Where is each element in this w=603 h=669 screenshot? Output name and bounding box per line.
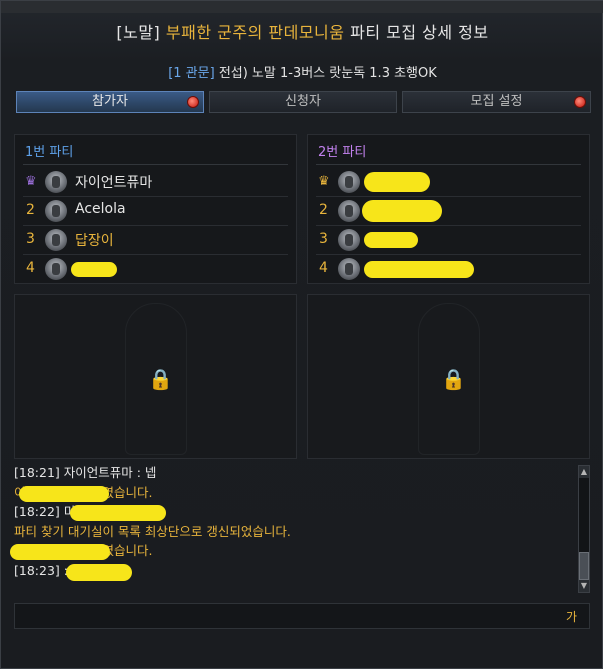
title-difficulty: [노말] (116, 23, 161, 42)
party-member-row[interactable]: 4 (15, 255, 296, 284)
scroll-down-icon[interactable]: ▼ (579, 580, 589, 592)
leader-crown-icon: ♛ (25, 174, 37, 189)
redaction-mark (19, 486, 109, 502)
locked-party-slot-4: 🔒 (307, 294, 590, 459)
lock-icon: 🔒 (441, 367, 466, 391)
ime-indicator[interactable]: 가 (566, 608, 577, 625)
party-member-row[interactable]: 2 Acelola (15, 197, 296, 226)
class-icon (338, 229, 360, 251)
recruit-description: [1 관문] 전섭) 노말 1-3버스 랏눈독 1.3 초행OK (1, 62, 603, 81)
title-raid-name: 부패한 군주의 판데모니움 (165, 23, 345, 42)
tab-recruit-settings-label: 모집 설정 (470, 94, 523, 109)
class-icon (45, 258, 67, 280)
party-member-row[interactable]: 4 (308, 255, 589, 284)
class-icon (338, 200, 360, 222)
class-icon (338, 258, 360, 280)
member-slot-number: 3 (319, 231, 328, 247)
party-member-row[interactable]: 2 (308, 197, 589, 226)
class-icon (45, 200, 67, 222)
party-member-row[interactable]: ♛ 자이언트퓨마 (15, 168, 296, 197)
member-slot-number: 4 (26, 260, 35, 276)
chat-line: 파티 찾기 대기실이 목록 최상단으로 갱신되었습니다. (14, 523, 291, 539)
party-member-row[interactable]: 3 (308, 226, 589, 255)
tab-bar: 참가자 신청자 모집 설정 (16, 91, 591, 113)
tab-recruit-settings[interactable]: 모집 설정 (402, 91, 591, 113)
chat-scrollbar[interactable]: ▲ ▼ (578, 465, 590, 593)
member-name: Acelola (75, 201, 126, 217)
member-slot-number: 2 (319, 202, 328, 218)
scroll-thumb[interactable] (579, 552, 589, 580)
party-recruit-detail-window: [노말] 부패한 군주의 판데모니움 파티 모집 상세 정보 [1 관문] 전섭… (0, 0, 603, 669)
lock-icon: 🔒 (148, 367, 173, 391)
background-strip (1, 1, 603, 13)
recruit-text: 전섭) 노말 1-3버스 랏눈독 1.3 초행OK (218, 66, 437, 81)
tab-participants-label: 참가자 (92, 94, 128, 109)
tab-applicants[interactable]: 신청자 (209, 91, 397, 113)
title-text: 파티 모집 상세 정보 (350, 23, 489, 42)
member-name: 자이언트퓨마 (75, 175, 153, 191)
notification-dot-icon (574, 96, 586, 108)
redaction-mark (364, 261, 474, 278)
divider (316, 164, 581, 165)
class-icon (45, 171, 67, 193)
window-title: [노말] 부패한 군주의 판데모니움 파티 모집 상세 정보 (1, 19, 603, 43)
chat-input[interactable]: 가 (14, 603, 590, 629)
party-2-header: 2번 파티 (318, 145, 367, 160)
member-slot-number: 2 (26, 202, 35, 218)
divider (23, 164, 288, 165)
party-member-row[interactable]: ♛ (308, 168, 589, 197)
leader-crown-icon: ♛ (318, 174, 330, 189)
locked-party-slot-3: 🔒 (14, 294, 297, 459)
party-member-row[interactable]: 3 답장이 (15, 226, 296, 255)
redaction-mark (364, 172, 430, 192)
class-icon (45, 229, 67, 251)
member-slot-number: 3 (26, 231, 35, 247)
tab-participants[interactable]: 참가자 (16, 91, 204, 113)
notification-dot-icon (187, 96, 199, 108)
tab-applicants-label: 신청자 (285, 94, 321, 109)
redaction-mark (364, 232, 418, 248)
party-2-panel: 2번 파티 ♛ 2 3 4 (307, 134, 590, 284)
redaction-mark (71, 262, 117, 277)
redaction-mark (10, 544, 110, 560)
member-name: 답장이 (75, 233, 114, 249)
redaction-mark (362, 200, 442, 222)
chat-log: [18:21] 자이언트퓨마 : 넵 이 모집에 참여하였습니다. [18:22… (10, 463, 579, 596)
member-slot-number: 4 (319, 260, 328, 276)
redaction-mark (66, 564, 132, 581)
party-1-panel: 1번 파티 ♛ 자이언트퓨마 2 Acelola 3 답장이 4 (14, 134, 297, 284)
redaction-mark (70, 505, 166, 521)
chat-line: [18:21] 자이언트퓨마 : 넵 (14, 465, 157, 480)
party-1-header: 1번 파티 (25, 145, 74, 160)
class-icon (338, 171, 360, 193)
recruit-gate-tag: [1 관문] (168, 66, 215, 81)
scroll-up-icon[interactable]: ▲ (579, 466, 589, 478)
